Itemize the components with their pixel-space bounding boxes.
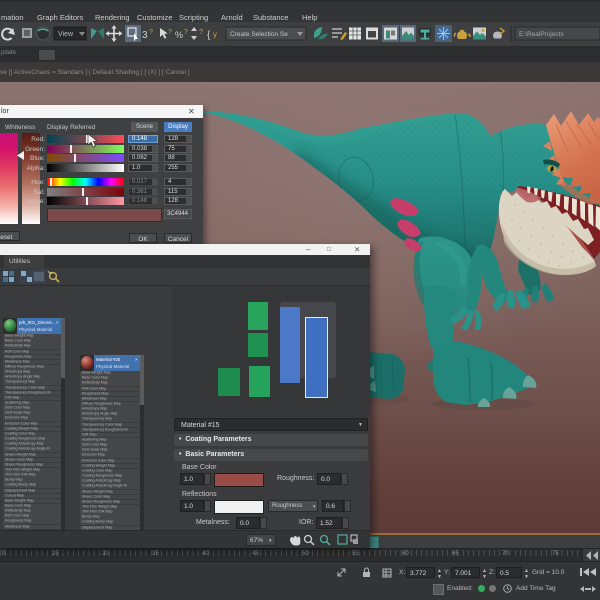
svg-text:Create Selection Se: Create Selection Se [230, 31, 288, 38]
svg-text:View: View [58, 31, 74, 38]
svg-text:γ: γ [213, 30, 217, 39]
svg-text:?: ? [199, 29, 203, 36]
svg-text:3: 3 [142, 30, 148, 41]
svg-text:{: { [207, 30, 211, 41]
svg-text:?: ? [168, 29, 172, 36]
svg-text:?: ? [149, 29, 153, 36]
svg-text:%: % [175, 30, 183, 40]
svg-text:E:\RealProjects: E:\RealProjects [519, 31, 565, 38]
svg-text:?: ? [184, 29, 188, 36]
